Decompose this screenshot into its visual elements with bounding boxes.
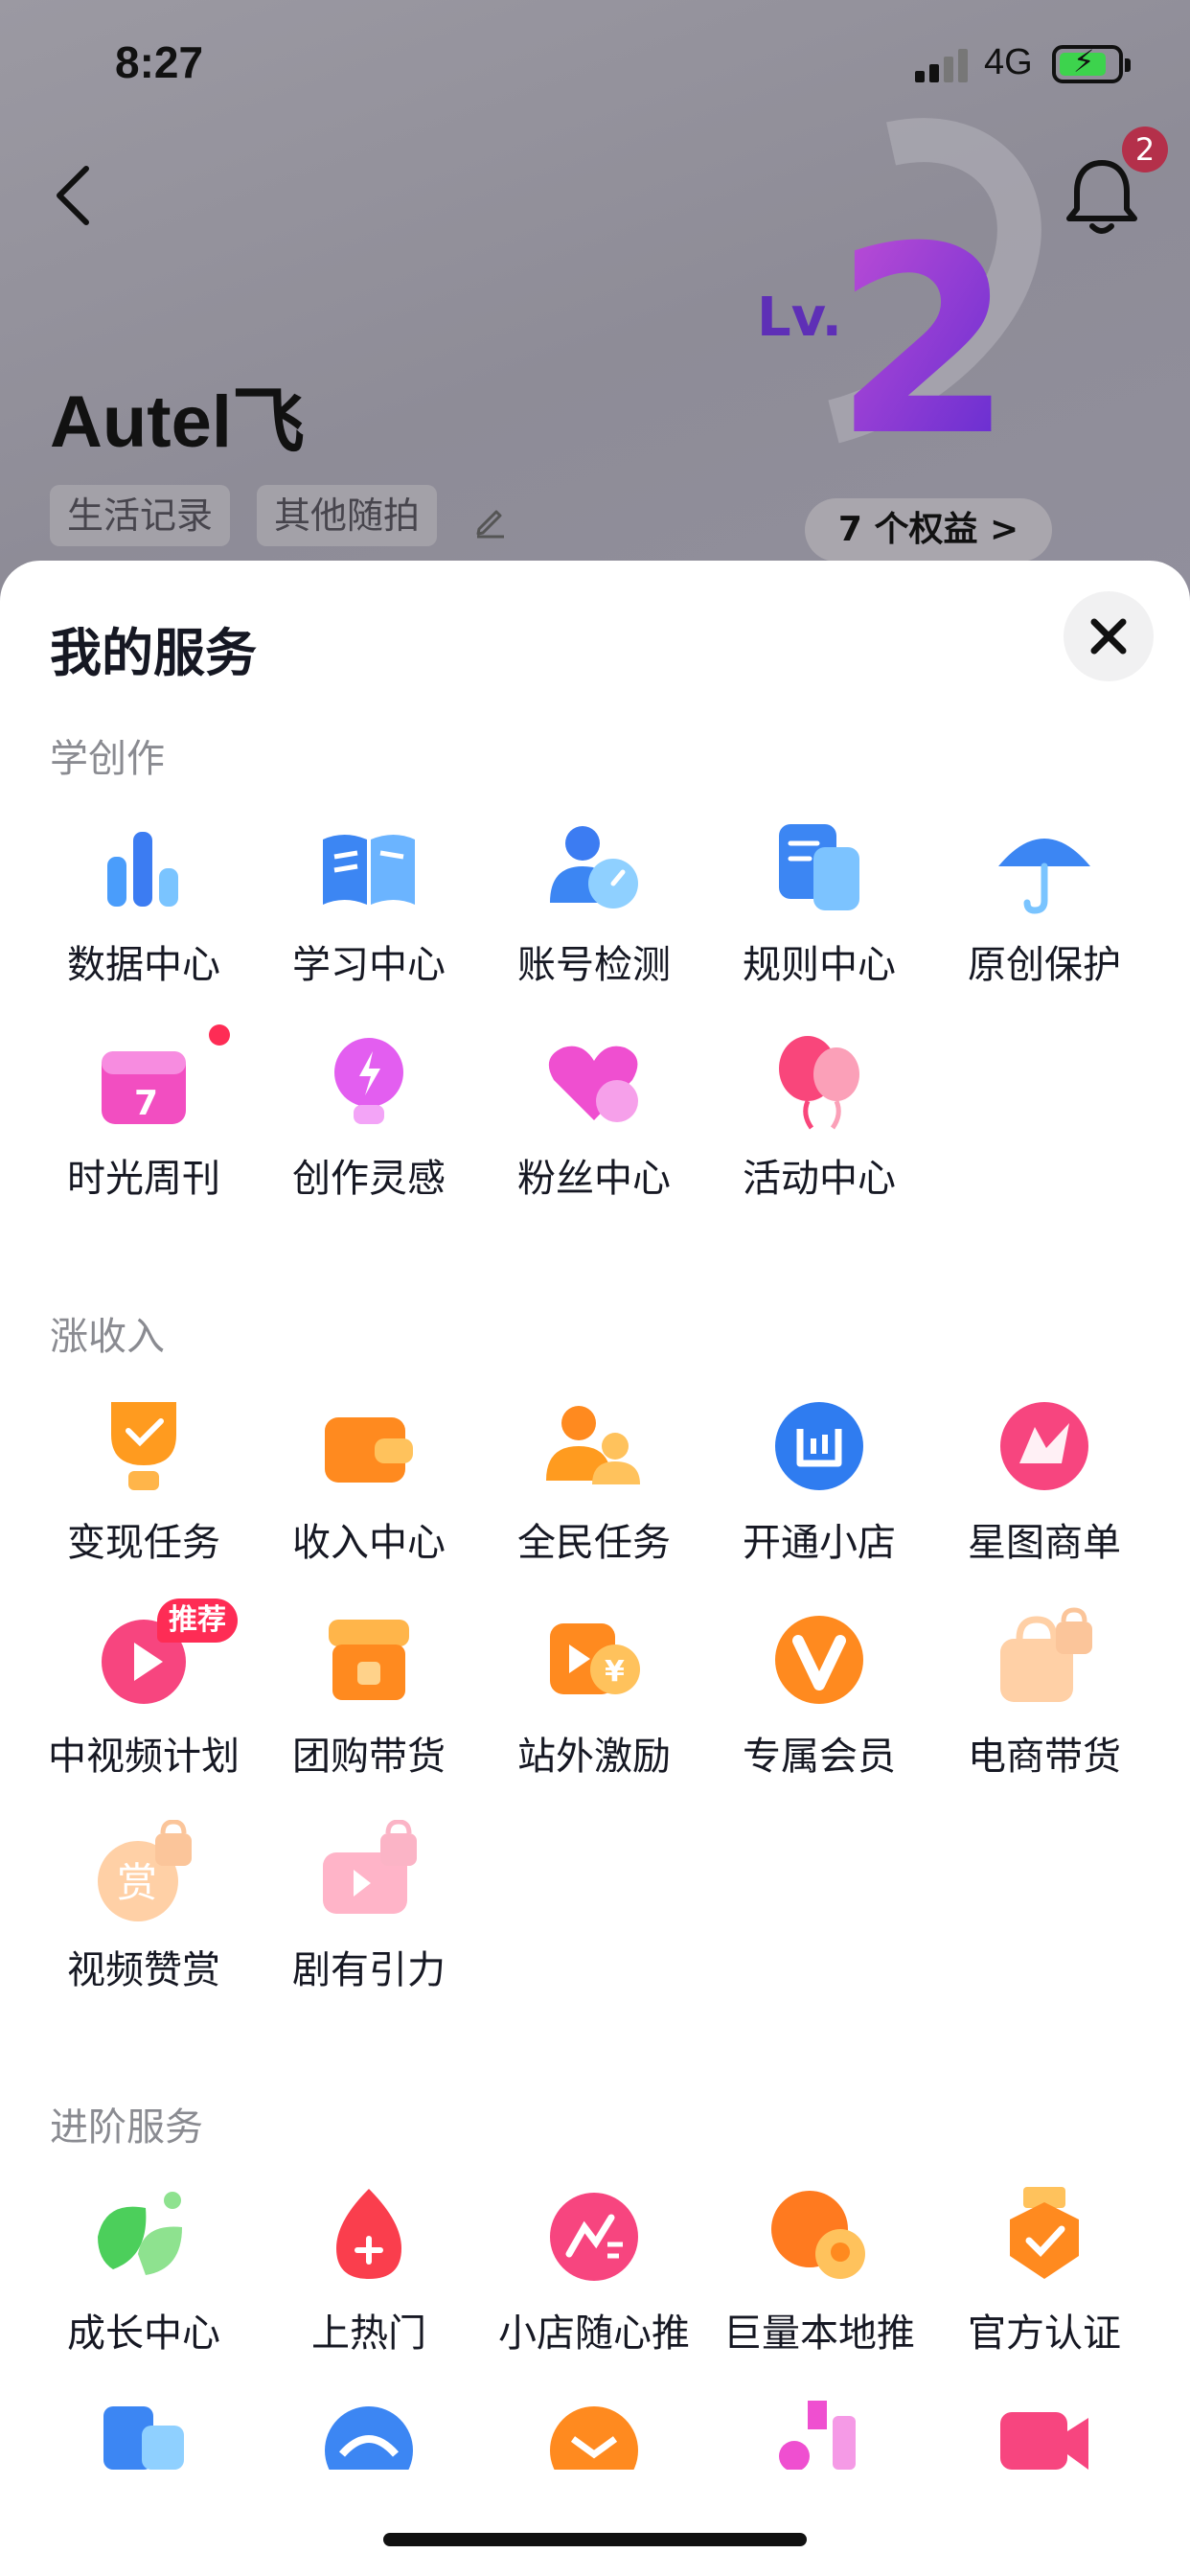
new-dot-indicator [209, 1024, 230, 1046]
flame-icon [336, 2189, 401, 2279]
sheet-title: 我的服务 [50, 623, 257, 683]
close-button[interactable] [1064, 591, 1154, 681]
svg-text:赏: 赏 [117, 1859, 157, 1906]
envelope-icon[interactable] [540, 2397, 648, 2470]
back-button[interactable] [48, 161, 105, 228]
battery-icon: ⚡ [1052, 45, 1131, 83]
flask-icon[interactable] [766, 2397, 873, 2470]
svg-text:Lv.: Lv. [757, 287, 842, 349]
section-title-advanced: 进阶服务 [50, 2105, 203, 2150]
service-data-center[interactable]: 数据中心 [34, 815, 253, 1006]
bar-chart-icon [107, 832, 178, 907]
service-weekly-review[interactable]: 7 时光周刊 [34, 1024, 253, 1220]
service-account-check[interactable]: 账号检测 [485, 815, 703, 1006]
account-check-icon [550, 826, 638, 908]
drama-lock-icon [323, 1820, 417, 1914]
reward-lock-icon: 赏 [98, 1820, 192, 1921]
service-fan-center[interactable]: 粉丝中心 [485, 1028, 703, 1220]
vip-icon [775, 1616, 863, 1704]
balloons-icon [779, 1036, 859, 1130]
service-activity-center[interactable]: 活动中心 [710, 1028, 928, 1220]
service-official-verification[interactable]: 官方认证 [935, 2183, 1154, 2375]
home-indicator[interactable] [383, 2533, 807, 2546]
trophy-icon [111, 1402, 176, 1490]
edit-icon[interactable] [471, 500, 510, 539]
service-star-map-orders[interactable]: 星图商单 [935, 1392, 1154, 1584]
yuan-video-icon: ¥ [550, 1623, 640, 1694]
network-type: 4G [984, 42, 1033, 82]
open-book-icon [323, 835, 415, 905]
service-local-promote[interactable]: 巨量本地推 [710, 2183, 928, 2375]
service-monetization-tasks[interactable]: 变现任务 [34, 1392, 253, 1584]
status-time: 8:27 [115, 37, 204, 87]
service-creative-inspiration[interactable]: 创作灵感 [260, 1028, 478, 1220]
star-map-icon [1000, 1402, 1088, 1490]
leaf-icon [98, 2192, 182, 2275]
service-ecommerce-sales[interactable]: 电商带货 [935, 1606, 1154, 1798]
profile-header-backdrop: 8:27 4G ⚡ 2 Lv. 2 Autel飞 生活记录 其他随拍 7 个权益… [0, 0, 1190, 613]
promote-icon [550, 2193, 638, 2281]
recommend-badge: 推荐 [157, 1598, 238, 1643]
umbrella-icon [998, 839, 1090, 914]
location-pin-icon [771, 2191, 865, 2279]
profile-tag[interactable]: 生活记录 [50, 485, 231, 546]
status-bar: 8:27 4G ⚡ [0, 0, 1190, 125]
service-mid-video-plan[interactable]: 推荐 中视频计划 [34, 1598, 253, 1798]
service-go-trending[interactable]: 上热门 [260, 2183, 478, 2375]
service-video-reward[interactable]: 赏 视频赞赏 [34, 1820, 253, 2012]
lightbulb-icon [334, 1038, 403, 1124]
service-exclusive-membership[interactable]: 专属会员 [710, 1606, 928, 1798]
service-growth-center[interactable]: 成长中心 [34, 2183, 253, 2375]
profile-tag[interactable]: 其他随拍 [257, 485, 438, 546]
service-group-buy[interactable]: 团购带货 [260, 1606, 478, 1798]
signal-icon [915, 48, 969, 82]
service-offsite-incentive[interactable]: ¥ 站外激励 [485, 1606, 703, 1798]
shop-icon [775, 1402, 863, 1490]
badge-check-icon [1010, 2187, 1079, 2279]
close-icon [1090, 618, 1127, 655]
camera-icon[interactable] [991, 2397, 1098, 2470]
section-title-income: 涨收入 [50, 1315, 165, 1359]
notification-count-badge: 2 [1122, 126, 1168, 172]
service-public-tasks[interactable]: 全民任务 [485, 1392, 703, 1584]
cloud-icon[interactable] [315, 2397, 423, 2470]
service-learning-center[interactable]: 学习中心 [260, 815, 478, 1006]
benefits-button[interactable]: 7 个权益 > [805, 498, 1052, 562]
service-original-protection[interactable]: 原创保护 [935, 815, 1154, 1006]
service-shop-promote[interactable]: 小店随心推 [485, 2183, 703, 2375]
svg-text:7: 7 [134, 1084, 158, 1123]
svg-text:¥: ¥ [605, 1655, 625, 1689]
wallet-icon [325, 1417, 413, 1483]
calendar-icon: 7 [102, 1051, 186, 1124]
people-icon [546, 1406, 640, 1484]
service-open-shop[interactable]: 开通小店 [710, 1392, 928, 1584]
my-services-sheet: 我的服务 学创作 数据中心 学习中心 账号检测 规则中心 原创保护 7 时光周刊… [0, 561, 1190, 2576]
section-title-learn: 学创作 [50, 737, 165, 781]
building-icon[interactable] [90, 2397, 197, 2470]
service-rules-center[interactable]: 规则中心 [710, 815, 928, 1006]
heart-icon [548, 1046, 638, 1122]
chevron-left-icon [57, 166, 89, 225]
level-badge-illustration: Lv. 2 [757, 118, 1041, 460]
service-income-center[interactable]: 收入中心 [260, 1392, 478, 1584]
document-icon [779, 824, 859, 910]
shopping-bag-lock-icon [1000, 1607, 1092, 1702]
service-drama-gravity[interactable]: 剧有引力 [260, 1820, 478, 2012]
username: Autel飞 [50, 381, 305, 463]
svg-text:2: 2 [834, 191, 1014, 460]
storefront-icon [329, 1620, 409, 1700]
